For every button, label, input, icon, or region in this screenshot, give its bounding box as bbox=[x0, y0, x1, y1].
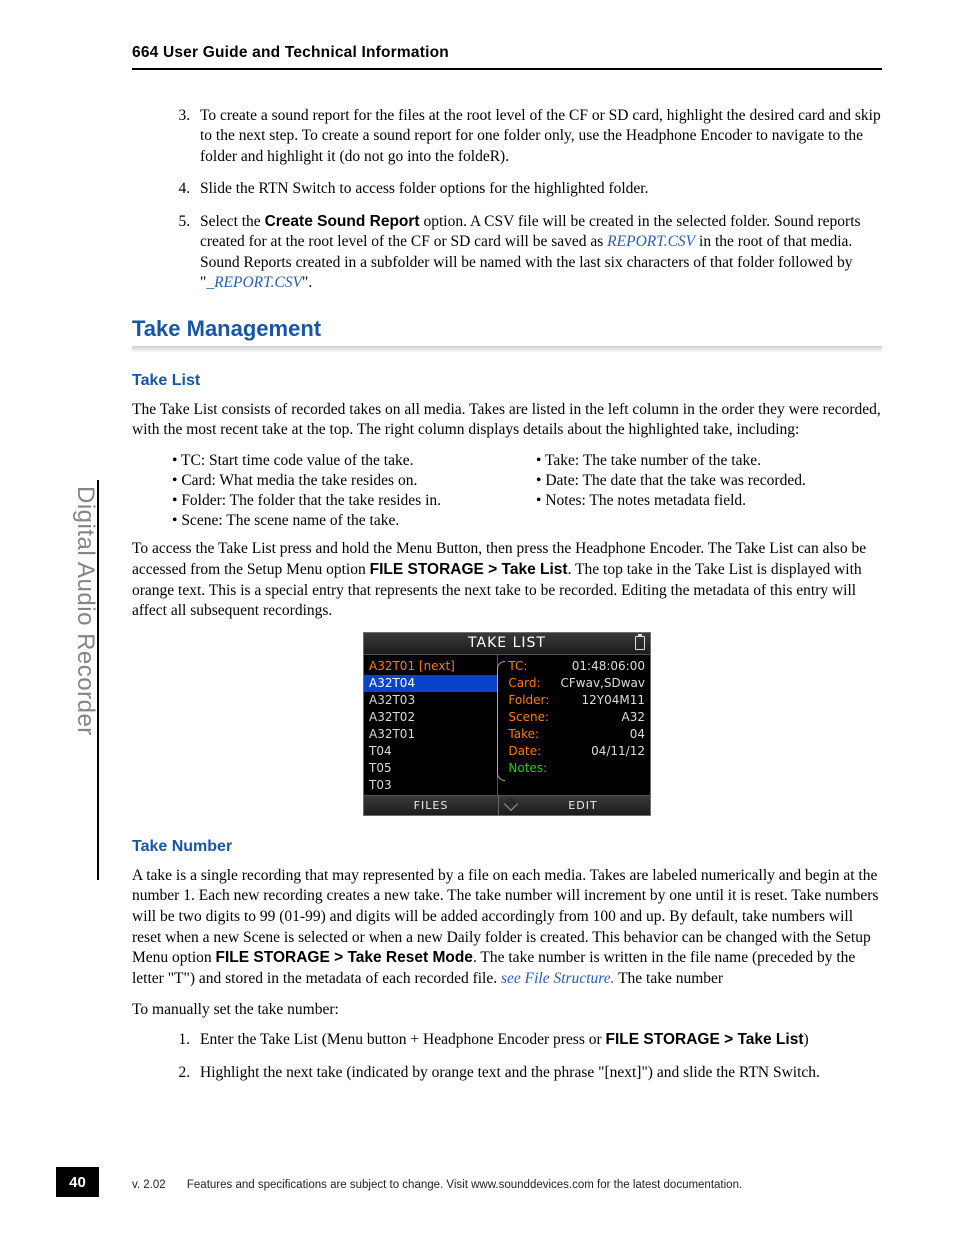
step-5-pre: Select the bbox=[200, 213, 265, 230]
take-list-fields-right: Take: The take number of the take. Date:… bbox=[536, 451, 882, 532]
kv-val: 12Y04M11 bbox=[582, 692, 646, 709]
kv-key-scene: Scene: bbox=[508, 709, 549, 726]
take-row: A32T02 bbox=[369, 709, 497, 726]
take-list-fields-left: TC: Start time code value of the take. C… bbox=[172, 451, 518, 532]
take-number-post: The take number bbox=[614, 970, 723, 987]
list-item: TC: Start time code value of the take. bbox=[172, 451, 518, 471]
list-item: Folder: The folder that the take resides… bbox=[172, 491, 518, 511]
version-label: v. 2.02 bbox=[132, 1179, 166, 1191]
kv-key-tc: TC: bbox=[508, 658, 527, 675]
device-header: TAKE LIST bbox=[364, 633, 650, 655]
device-files-button: FILES bbox=[364, 796, 498, 815]
create-sound-report-option: Create Sound Report bbox=[265, 213, 420, 230]
file-storage-take-list-path: FILE STORAGE > Take List bbox=[370, 561, 568, 578]
file-storage-take-list-path-2: FILE STORAGE > Take List bbox=[606, 1031, 804, 1048]
list-item: Scene: The scene name of the take. bbox=[172, 511, 518, 531]
section-divider bbox=[132, 346, 882, 356]
sound-report-steps: To create a sound report for the files a… bbox=[132, 106, 882, 294]
take-row-next: A32T01 [next] bbox=[369, 658, 497, 675]
ms1-pre: Enter the Take List (Menu button + Headp… bbox=[200, 1031, 606, 1048]
manual-set-steps: Enter the Take List (Menu button + Headp… bbox=[132, 1030, 882, 1083]
brace-icon bbox=[497, 661, 505, 781]
kv-key-date: Date: bbox=[508, 743, 541, 760]
kv-key-notes: Notes: bbox=[508, 760, 547, 777]
take-row: A32T01 bbox=[369, 726, 497, 743]
take-list-heading: Take List bbox=[132, 372, 882, 390]
kv-val: 04/11/12 bbox=[591, 743, 645, 760]
kv-val: 01:48:06:00 bbox=[572, 658, 645, 675]
take-list-field-columns: TC: Start time code value of the take. C… bbox=[132, 451, 882, 532]
report-csv-suffix-link[interactable]: _REPORT.CSV bbox=[206, 274, 302, 291]
manual-set-intro: To manually set the take number: bbox=[132, 1000, 882, 1021]
step-5: Select the Create Sound Report option. A… bbox=[194, 212, 882, 294]
take-number-para: A take is a single recording that may re… bbox=[132, 866, 882, 990]
take-row: T05 bbox=[369, 760, 497, 777]
list-item: Notes: The notes metadata field. bbox=[536, 491, 882, 511]
list-item: Date: The date that the take was recorde… bbox=[536, 471, 882, 491]
take-management-heading: Take Management bbox=[132, 316, 882, 342]
take-number-heading: Take Number bbox=[132, 838, 882, 856]
battery-icon bbox=[635, 636, 645, 650]
device-take-column: A32T01 [next] A32T04 A32T03 A32T02 A32T0… bbox=[364, 655, 498, 795]
take-row: T03 bbox=[369, 777, 497, 794]
kv-val: 04 bbox=[630, 726, 645, 743]
take-row-selected: A32T04 bbox=[364, 675, 497, 692]
take-row: T04 bbox=[369, 743, 497, 760]
device-title: TAKE LIST bbox=[468, 635, 546, 651]
manual-step-2: Highlight the next take (indicated by or… bbox=[194, 1063, 882, 1083]
ms1-post: ) bbox=[804, 1031, 809, 1048]
kv-val: CFwav,SDwav bbox=[561, 675, 646, 692]
step-5-post: ". bbox=[302, 274, 312, 291]
running-header: 664 User Guide and Technical Information bbox=[132, 44, 882, 70]
take-list-device-screenshot: TAKE LIST A32T01 [next] A32T04 A32T03 A3… bbox=[363, 632, 651, 816]
kv-val: A32 bbox=[622, 709, 645, 726]
page-number: 40 bbox=[56, 1167, 99, 1197]
footer-text: Features and specifications are subject … bbox=[187, 1179, 742, 1191]
footer: v. 2.02 Features and specifications are … bbox=[132, 1179, 882, 1191]
kv-key-folder: Folder: bbox=[508, 692, 549, 709]
report-csv-link[interactable]: REPORT.CSV bbox=[607, 233, 695, 250]
step-4: Slide the RTN Switch to access folder op… bbox=[194, 179, 882, 199]
see-file-structure-link[interactable]: see File Structure. bbox=[501, 970, 615, 987]
take-reset-mode-path: FILE STORAGE > Take Reset Mode bbox=[216, 949, 473, 966]
list-item: Take: The take number of the take. bbox=[536, 451, 882, 471]
footer-separator-icon bbox=[498, 796, 516, 815]
device-edit-button: EDIT bbox=[516, 796, 650, 815]
device-detail-column: TC: 01:48:06:00 Card: CFwav,SDwav Folder: 1… bbox=[498, 655, 650, 795]
sidebar-label: Digital Audio Recorder bbox=[71, 480, 99, 880]
kv-key-take: Take: bbox=[508, 726, 539, 743]
sidebar-tab: Digital Audio Recorder bbox=[56, 480, 99, 880]
manual-step-1: Enter the Take List (Menu button + Headp… bbox=[194, 1030, 882, 1050]
take-list-access: To access the Take List press and hold t… bbox=[132, 539, 882, 621]
ms2-text: Highlight the next take (indicated by or… bbox=[200, 1064, 820, 1081]
kv-key-card: Card: bbox=[508, 675, 540, 692]
step-3: To create a sound report for the files a… bbox=[194, 106, 882, 167]
list-item: Card: What media the take resides on. bbox=[172, 471, 518, 491]
take-row: A32T03 bbox=[369, 692, 497, 709]
take-list-intro: The Take List consists of recorded takes… bbox=[132, 400, 882, 441]
